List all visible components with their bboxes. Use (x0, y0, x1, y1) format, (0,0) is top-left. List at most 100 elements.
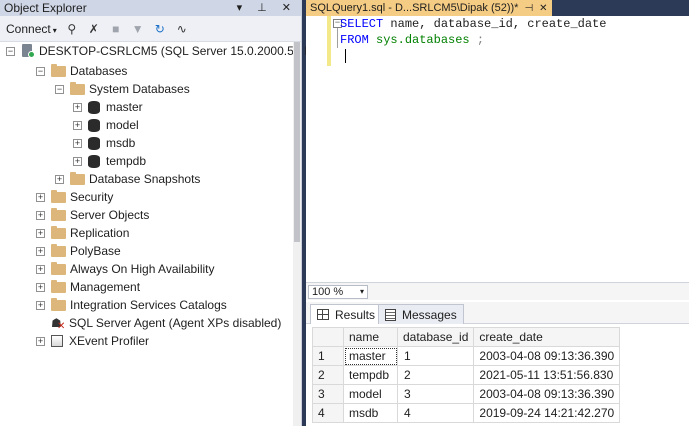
table-row[interactable]: 2 tempdb 2 2021-05-11 13:51:56.830 (312, 365, 621, 385)
table-cell[interactable]: msdb (343, 403, 398, 423)
column-header[interactable]: create_date (473, 327, 621, 347)
tab-messages[interactable]: Messages (378, 304, 464, 324)
server-icon (21, 44, 35, 58)
tree-node-always-on[interactable]: + Always On High Availability (36, 260, 215, 278)
table-cell[interactable]: model (343, 384, 398, 404)
tree-node-database[interactable]: + master (73, 98, 143, 116)
results-table: name database_id create_date 1 master 1 … (312, 327, 621, 423)
tab-results[interactable]: Results (310, 304, 383, 324)
tree-node-integration-services[interactable]: + Integration Services Catalogs (36, 296, 227, 314)
table-cell[interactable]: 2 (396, 365, 475, 385)
tree-node-database[interactable]: + model (73, 116, 139, 134)
expand-icon[interactable]: + (36, 192, 45, 202)
row-number[interactable]: 3 (312, 384, 344, 404)
expand-icon[interactable]: + (73, 138, 82, 148)
table-row[interactable]: 3 model 3 2003-04-08 09:13:36.390 (312, 384, 621, 404)
sql-operator: ; (469, 33, 485, 47)
folder-icon (51, 279, 66, 293)
expand-icon[interactable]: + (55, 174, 64, 184)
table-row[interactable]: 4 msdb 4 2019-09-24 14:21:42.270 (312, 403, 621, 423)
panel-window-controls[interactable]: ▾ ⊥ ✕ (237, 0, 297, 16)
tree-node-polybase[interactable]: + PolyBase (36, 242, 121, 260)
table-cell[interactable]: 2003-04-08 09:13:36.390 (473, 384, 621, 404)
zoom-value: 100 % (312, 286, 344, 298)
refresh-icon[interactable]: ↻ (153, 22, 167, 36)
tree-node-security[interactable]: + Security (36, 188, 113, 206)
activity-monitor-icon[interactable]: ∿ (175, 22, 189, 36)
row-number-header[interactable] (312, 327, 344, 347)
scrollbar-thumb[interactable] (294, 42, 300, 242)
object-explorer-title: Object Explorer (4, 1, 87, 15)
close-icon[interactable]: ✕ (539, 3, 547, 14)
table-row[interactable]: 1 master 1 2003-04-08 09:13:36.390 (312, 346, 621, 366)
tree-node-system-databases[interactable]: − System Databases (55, 80, 190, 98)
document-tab-bar: SQLQuery1.sql - D...SRLCM5\Dipak (52))* ⊣… (306, 0, 689, 16)
tree-node-label: Databases (70, 64, 128, 78)
table-cell[interactable]: 1 (396, 346, 475, 366)
connect-button[interactable]: Connect ▾ (6, 22, 57, 36)
object-explorer-toolbar: Connect ▾ ⚲ ✗ ■ ▼ ↻ ∿ (0, 16, 301, 42)
table-cell[interactable]: 4 (396, 403, 475, 423)
query-tab-title: SQLQuery1.sql - D...SRLCM5\Dipak (52))* (310, 2, 519, 14)
expand-icon[interactable]: + (73, 156, 82, 166)
tree-node-sql-agent[interactable]: ☗ ✕ SQL Server Agent (Agent XPs disabled) (36, 314, 281, 332)
vertical-scrollbar[interactable] (293, 42, 301, 426)
table-cell[interactable]: 3 (396, 384, 475, 404)
tree-node-server[interactable]: − DESKTOP-CSRLCM5 (SQL Server 15.0.2000.… (6, 42, 313, 60)
expand-icon[interactable]: + (73, 102, 82, 112)
disconnect-icon[interactable]: ✗ (87, 22, 101, 36)
tree-node-label: master (106, 100, 143, 114)
pin-icon[interactable]: ⊣ (524, 3, 533, 14)
folder-icon (51, 225, 66, 239)
expand-icon[interactable]: + (36, 282, 45, 292)
table-cell[interactable]: tempdb (343, 365, 398, 385)
collapse-icon[interactable]: − (55, 84, 64, 94)
table-cell[interactable]: 2003-04-08 09:13:36.390 (473, 346, 621, 366)
column-header[interactable]: database_id (396, 327, 475, 347)
tree-node-xevent-profiler[interactable]: + XEvent Profiler (36, 332, 149, 350)
tree-node-label: tempdb (106, 154, 147, 168)
zoom-dropdown[interactable]: 100 % ▾ (308, 285, 368, 299)
chevron-down-icon: ▾ (52, 25, 57, 35)
object-explorer-tree: − DESKTOP-CSRLCM5 (SQL Server 15.0.2000.… (0, 42, 313, 426)
sql-keyword: SELECT (340, 17, 384, 31)
tree-node-database[interactable]: + msdb (73, 134, 135, 152)
expand-icon[interactable]: + (36, 300, 45, 310)
collapse-icon[interactable]: − (6, 46, 15, 56)
expand-icon[interactable]: + (36, 210, 45, 220)
outline-line (337, 28, 338, 48)
messages-icon (385, 308, 396, 321)
collapse-icon[interactable]: − (36, 66, 45, 76)
stop-icon[interactable]: ■ (109, 22, 123, 36)
tree-node-replication[interactable]: + Replication (36, 224, 129, 242)
column-header[interactable]: name (343, 327, 398, 347)
filter-icon[interactable]: ▼ (131, 22, 145, 36)
expand-icon[interactable]: + (36, 336, 45, 346)
expand-icon[interactable]: + (73, 120, 82, 130)
text-caret (345, 49, 346, 63)
sql-editor[interactable]: − SELECT name, database_id, create_date … (306, 16, 689, 282)
connect-plug-icon[interactable]: ⚲ (65, 22, 79, 36)
row-number[interactable]: 1 (312, 346, 344, 366)
server-label: DESKTOP-CSRLCM5 (SQL Server 15.0.2000.5 … (39, 44, 314, 58)
tree-node-databases[interactable]: − Databases (36, 62, 127, 80)
expand-icon[interactable]: + (36, 264, 45, 274)
query-document-tab[interactable]: SQLQuery1.sql - D...SRLCM5\Dipak (52))* ⊣… (306, 0, 552, 16)
connect-label: Connect (6, 21, 51, 36)
row-number[interactable]: 4 (312, 403, 344, 423)
tree-node-database-snapshots[interactable]: + Database Snapshots (55, 170, 200, 188)
tree-node-label: XEvent Profiler (69, 334, 150, 348)
tree-node-label: Integration Services Catalogs (70, 298, 227, 312)
table-cell[interactable]: 2021-05-11 13:51:56.830 (473, 365, 621, 385)
table-cell[interactable]: master (343, 346, 398, 366)
tree-node-management[interactable]: + Management (36, 278, 140, 296)
tree-node-server-objects[interactable]: + Server Objects (36, 206, 149, 224)
table-cell[interactable]: 2019-09-24 14:21:42.270 (473, 403, 621, 423)
expand-icon[interactable]: + (36, 246, 45, 256)
object-explorer-panel: Object Explorer ▾ ⊥ ✕ Connect ▾ ⚲ ✗ ■ ▼ ↻… (0, 0, 313, 426)
database-icon (88, 118, 100, 132)
expand-icon[interactable]: + (36, 228, 45, 238)
tree-node-database[interactable]: + tempdb (73, 152, 146, 170)
folder-icon (70, 81, 85, 95)
row-number[interactable]: 2 (312, 365, 344, 385)
